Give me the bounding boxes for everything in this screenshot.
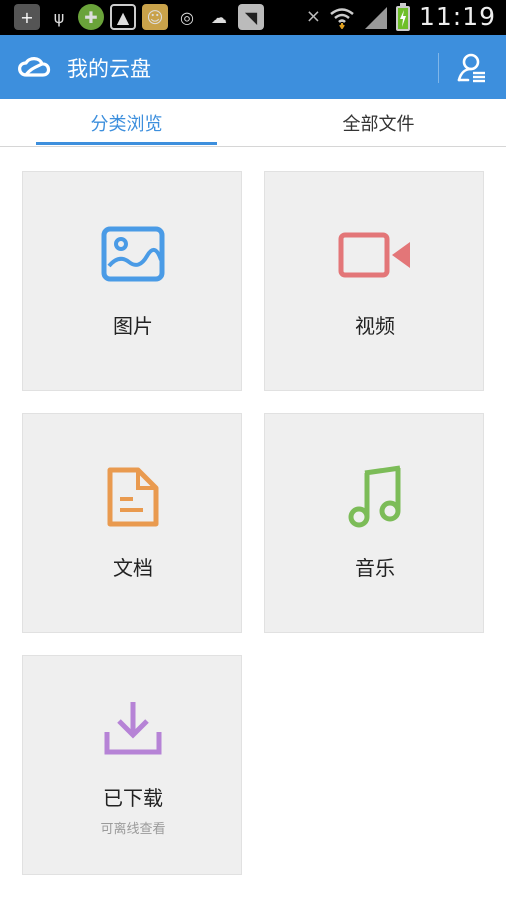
image-icon (101, 226, 165, 282)
clock: 11:19 (418, 2, 496, 31)
category-documents[interactable]: 文档 (22, 413, 242, 633)
category-music[interactable]: 音乐 (264, 413, 484, 633)
video-icon (338, 232, 410, 278)
category-sublabel: 可离线查看 (100, 822, 166, 837)
category-images[interactable]: 图片 (22, 171, 242, 391)
category-downloaded[interactable]: 已下载 可离线查看 (22, 655, 242, 875)
category-label: 文档 (113, 556, 153, 580)
page-title: 我的云盘 (67, 57, 151, 81)
app-icon: ☺ (142, 4, 168, 30)
tab-category-browse[interactable]: 分类浏览 (36, 99, 217, 147)
divider (438, 53, 439, 83)
active-tab-indicator (36, 142, 217, 145)
category-videos[interactable]: 视频 (264, 171, 484, 391)
wifi-icon (330, 7, 354, 29)
mute-icon: ⨯ (305, 6, 321, 27)
add-icon: + (14, 4, 40, 30)
document-icon (107, 467, 159, 527)
music-icon (348, 465, 401, 528)
tab-bar: 分类浏览 全部文件 (0, 99, 506, 147)
cloud-logo-icon (18, 57, 51, 77)
wechat-icon: ◎ (180, 7, 194, 27)
system-icons: ⨯ 11:19 (306, 2, 496, 31)
download-icon (104, 702, 162, 755)
weather-icon: ☁ (211, 7, 227, 27)
status-bar: + ψ ✚ ▲ ☺ ◎ ☁ ◥ ⨯ 11:19 (0, 0, 506, 35)
app-bar: 我的云盘 (0, 35, 506, 99)
app-icon: ✚ (78, 4, 104, 30)
category-label: 视频 (355, 314, 395, 338)
category-label: 图片 (113, 314, 153, 338)
battery-icon (395, 2, 410, 31)
account-icon[interactable] (456, 52, 488, 84)
image-icon: ▲ (110, 4, 136, 30)
category-label: 已下载 (103, 786, 163, 810)
tab-all-files[interactable]: 全部文件 (288, 99, 469, 147)
signal-icon (364, 6, 387, 29)
usb-icon: ψ (53, 7, 65, 27)
app-icon: ◥ (238, 4, 264, 30)
category-label: 音乐 (355, 556, 395, 580)
notification-icons: + ψ ✚ ▲ ☺ ◎ ☁ ◥ (14, 4, 264, 30)
